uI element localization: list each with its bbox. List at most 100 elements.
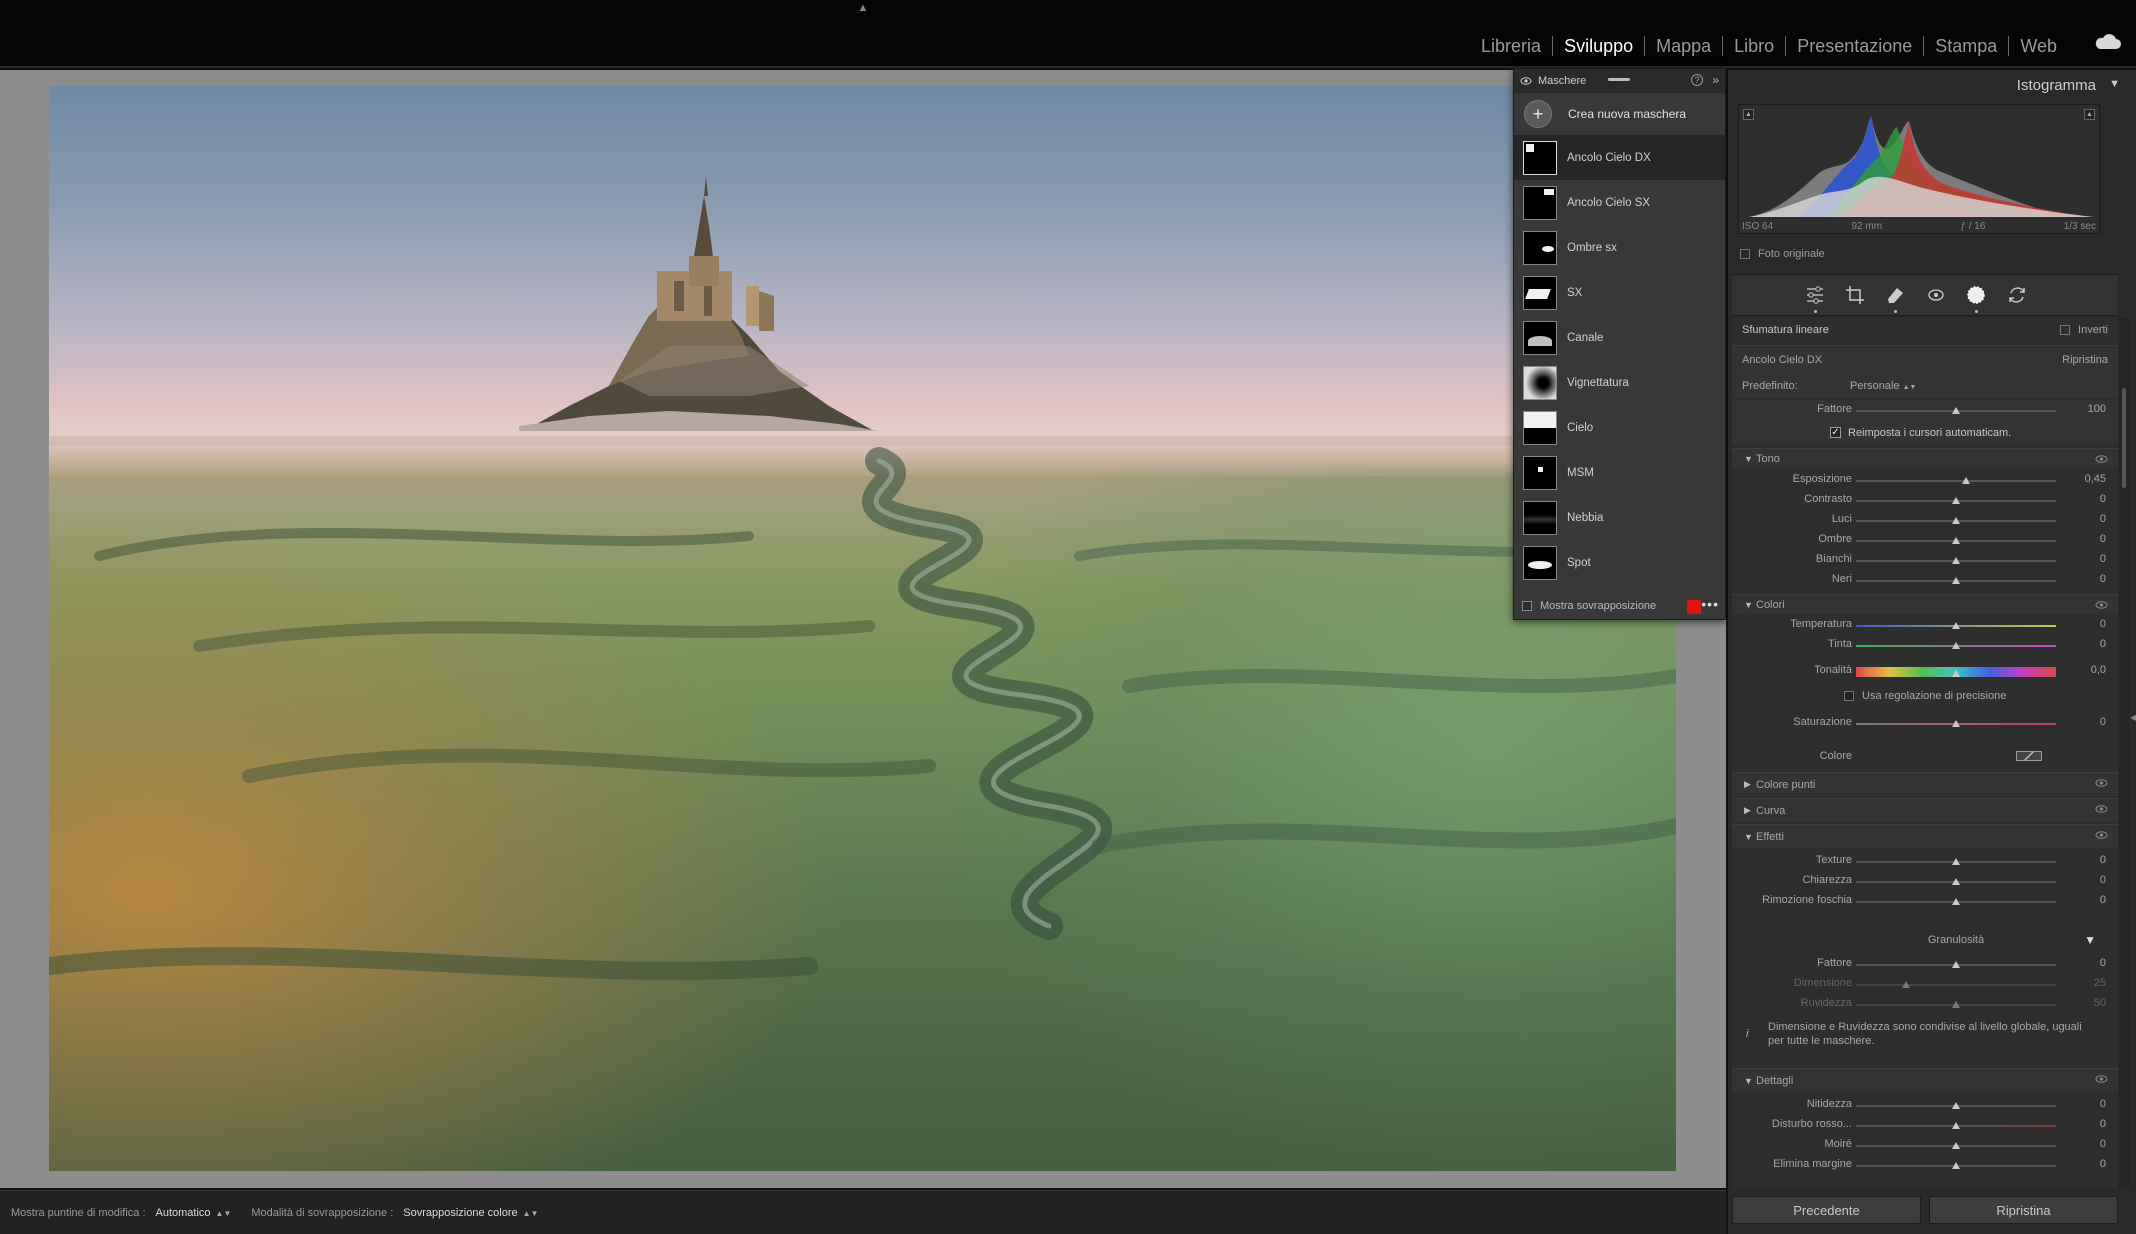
slider-row[interactable]: Chiarezza 0 [1732, 871, 2118, 891]
crop-icon[interactable] [1844, 284, 1866, 306]
section-details[interactable]: ▼ Dettagli [1732, 1068, 2118, 1092]
slider-value[interactable]: 0 [2100, 618, 2106, 630]
overlay-color-swatch[interactable] [1687, 600, 1701, 614]
overlay-mode-select[interactable]: Sovrapposizione colore ▲▼ [403, 1207, 538, 1219]
slider-knob[interactable] [1952, 537, 1960, 544]
slider-track[interactable] [1856, 407, 2056, 414]
minimize-icon[interactable] [1608, 78, 1630, 81]
slider-value[interactable]: 0 [2100, 493, 2106, 505]
slider-knob[interactable] [1952, 898, 1960, 905]
mask-item[interactable]: Vignettatura [1514, 360, 1725, 405]
slider-knob[interactable] [1962, 477, 1970, 484]
slider-value[interactable]: 0 [2100, 874, 2106, 886]
module-web[interactable]: Web [2009, 36, 2068, 57]
slider-value[interactable]: 0 [2100, 1098, 2106, 1110]
eye-icon[interactable] [2095, 1073, 2108, 1085]
slider-knob[interactable] [1952, 1162, 1960, 1169]
slider-knob[interactable] [1952, 577, 1960, 584]
slider-value[interactable]: 25 [2094, 977, 2106, 989]
masking-icon[interactable] [1965, 284, 1987, 306]
red-eye-icon[interactable] [1925, 284, 1947, 306]
slider-row[interactable]: Neri 0 [1732, 570, 2118, 590]
slider-row[interactable]: Fattore 0 [1732, 954, 2118, 974]
edit-sliders-icon[interactable] [1804, 284, 1826, 306]
module-presentazione[interactable]: Presentazione [1786, 36, 1923, 57]
cloud-icon[interactable] [2094, 34, 2122, 50]
healing-eraser-icon[interactable] [1884, 284, 1906, 306]
slider-knob[interactable] [1952, 622, 1960, 629]
eye-icon[interactable] [1520, 75, 1532, 87]
slider-track[interactable] [1856, 517, 2056, 524]
slider-value[interactable]: 0 [2100, 1118, 2106, 1130]
slider-knob[interactable] [1952, 1122, 1960, 1129]
slider-row[interactable]: Rimozione foschia 0 [1732, 891, 2118, 911]
eye-icon[interactable] [2095, 599, 2108, 611]
saturation-slider[interactable]: Saturazione 0 [1732, 713, 2118, 733]
original-photo-checkbox[interactable] [1740, 249, 1750, 259]
module-libreria[interactable]: Libreria [1470, 36, 1552, 57]
slider-knob[interactable] [1952, 642, 1960, 649]
section-colors[interactable]: ▼ Colori [1732, 594, 2118, 614]
slider-value[interactable]: 100 [2088, 403, 2106, 415]
grain-dropdown-icon[interactable]: ▼ [2084, 933, 2096, 947]
slider-knob[interactable] [1952, 670, 1960, 677]
slider-track[interactable] [1856, 497, 2056, 504]
module-mappa[interactable]: Mappa [1645, 36, 1722, 57]
slider-row[interactable]: Ruvidezza 50 [1732, 994, 2118, 1014]
slider-row[interactable]: Contrasto 0 [1732, 490, 2118, 510]
panel-edge-arrow-icon[interactable]: ◂ [2130, 710, 2136, 724]
slider-knob[interactable] [1952, 517, 1960, 524]
show-pins-select[interactable]: Automatico ▲▼ [156, 1207, 232, 1219]
slider-knob[interactable] [1952, 1102, 1960, 1109]
scrollbar-thumb[interactable] [2122, 388, 2126, 488]
slider-track[interactable] [1856, 642, 2056, 649]
slider-value[interactable]: 0 [2100, 957, 2106, 969]
slider-track[interactable] [1856, 981, 2056, 988]
temperature-slider[interactable]: Temperatura 0 [1732, 615, 2118, 635]
slider-row[interactable]: Esposizione 0,45 [1732, 470, 2118, 490]
slider-knob[interactable] [1952, 1142, 1960, 1149]
slider-knob[interactable] [1902, 981, 1910, 988]
slider-value[interactable]: 0 [2100, 716, 2106, 728]
slider-row[interactable]: Ombre 0 [1732, 530, 2118, 550]
slider-value[interactable]: 0 [2100, 894, 2106, 906]
slider-track[interactable] [1856, 898, 2056, 905]
slider-knob[interactable] [1952, 557, 1960, 564]
photo-preview[interactable] [49, 86, 1676, 1171]
mask-name[interactable]: Ancolo Cielo DX [1742, 354, 1822, 366]
hue-slider[interactable]: Tonalità 0,0 [1732, 661, 2118, 685]
show-overlay-checkbox[interactable] [1522, 601, 1532, 611]
slider-value[interactable]: 0 [2100, 533, 2106, 545]
histogram-header[interactable]: Istogramma ▼ [1728, 70, 2136, 100]
slider-knob[interactable] [1952, 407, 1960, 414]
slider-track[interactable] [1856, 1142, 2056, 1149]
eye-icon[interactable] [2095, 453, 2108, 465]
module-stampa[interactable]: Stampa [1924, 36, 2008, 57]
slider-value[interactable]: 0 [2100, 854, 2106, 866]
slider-knob[interactable] [1952, 1001, 1960, 1008]
slider-track[interactable] [1856, 1162, 2056, 1169]
previous-button[interactable]: Precedente [1732, 1196, 1921, 1224]
slider-track[interactable] [1856, 557, 2056, 564]
slider-track[interactable] [1856, 577, 2056, 584]
expand-icon[interactable]: » [1712, 73, 1719, 87]
slider-value[interactable]: 0 [2100, 1158, 2106, 1170]
slider-value[interactable]: 50 [2094, 997, 2106, 1009]
eye-icon[interactable] [2095, 777, 2108, 789]
slider-row[interactable]: Nitidezza 0 [1732, 1095, 2118, 1115]
mask-item[interactable]: Ancolo Cielo SX [1514, 180, 1725, 225]
reset-button[interactable]: Ripristina [1929, 1196, 2118, 1224]
slider-value[interactable]: 0 [2100, 573, 2106, 585]
mask-item[interactable]: Ancolo Cielo DX [1514, 135, 1725, 180]
eye-icon[interactable] [2095, 829, 2108, 841]
slider-row[interactable]: Dimensione 25 [1732, 974, 2118, 994]
mask-reset-button[interactable]: Ripristina [2062, 354, 2108, 366]
slider-track[interactable] [1856, 667, 2056, 677]
more-options-icon[interactable]: ••• [1701, 596, 1719, 612]
slider-knob[interactable] [1952, 961, 1960, 968]
presets-cycle-icon[interactable] [2006, 284, 2028, 306]
invert-checkbox[interactable] [2060, 325, 2070, 335]
help-icon[interactable]: ? [1691, 74, 1703, 86]
mask-item[interactable]: Ombre sx [1514, 225, 1725, 270]
collapse-top-panel-icon[interactable]: ▲ [855, 2, 871, 14]
